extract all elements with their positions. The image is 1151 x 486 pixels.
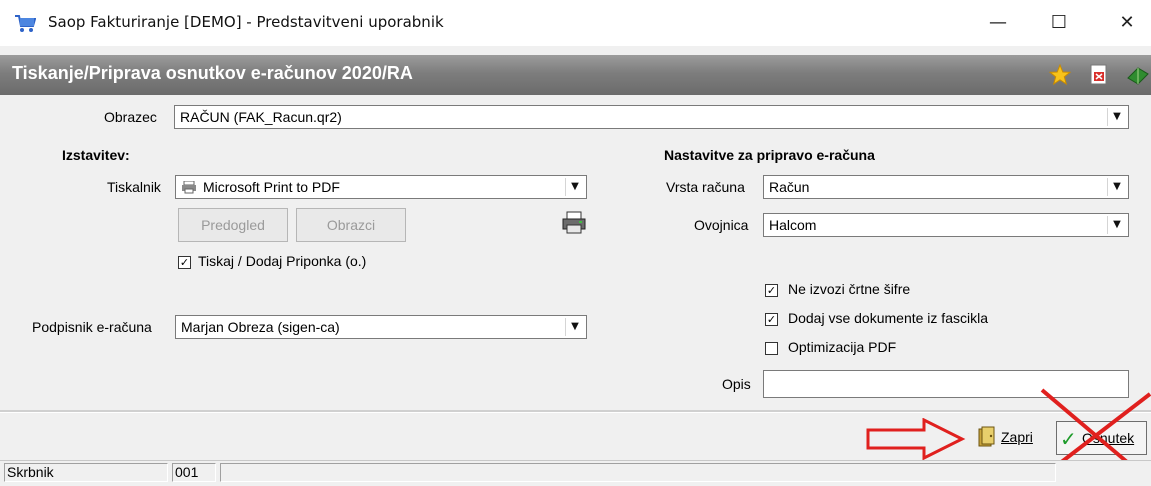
tiskalnik-label: Tiskalnik bbox=[107, 179, 161, 195]
tiskaj-label: Tiskaj / Dodaj Priponka (o.) bbox=[198, 253, 367, 269]
close-button[interactable]: ✕ bbox=[1104, 0, 1150, 46]
obrazec-select[interactable]: RAČUN (FAK_Racun.qr2) ▼ bbox=[174, 105, 1129, 129]
window-title: Saop Fakturiranje [DEMO] - Predstavitven… bbox=[48, 13, 444, 31]
divider bbox=[0, 410, 1151, 413]
tiskalnik-value: Microsoft Print to PDF bbox=[203, 179, 340, 195]
printer-icon bbox=[181, 180, 197, 198]
nastavitve-heading: Nastavitve za pripravo e-računa bbox=[664, 147, 875, 163]
tiskalnik-select[interactable]: Microsoft Print to PDF ▼ bbox=[175, 175, 587, 199]
vrsta-value: Račun bbox=[769, 179, 810, 195]
tiskaj-checkbox[interactable]: ✓ bbox=[178, 256, 191, 269]
vrsta-select[interactable]: Račun ▼ bbox=[763, 175, 1129, 199]
status-empty bbox=[220, 463, 1056, 482]
predogled-button[interactable]: Predogled bbox=[178, 208, 288, 242]
form-title: Tiskanje/Priprava osnutkov e-računov 202… bbox=[12, 63, 413, 83]
obrazec-label: Obrazec bbox=[104, 109, 157, 125]
obrazci-button[interactable]: Obrazci bbox=[296, 208, 406, 242]
optimizacija-label: Optimizacija PDF bbox=[788, 339, 897, 355]
window-titlebar: Saop Fakturiranje [DEMO] - Predstavitven… bbox=[0, 0, 1151, 46]
maximize-button[interactable]: ☐ bbox=[1036, 0, 1082, 46]
zapri-label: Zapri bbox=[1001, 429, 1033, 445]
document-icon[interactable] bbox=[1089, 64, 1109, 90]
opis-label: Opis bbox=[722, 376, 751, 392]
vrsta-label: Vrsta računa bbox=[666, 179, 745, 195]
red-arrow-annotation bbox=[866, 417, 966, 464]
status-code: 001 bbox=[172, 463, 216, 482]
favorite-star-icon[interactable] bbox=[1048, 63, 1072, 90]
chevron-down-icon[interactable]: ▼ bbox=[1107, 108, 1126, 126]
ovojnica-label: Ovojnica bbox=[694, 217, 749, 233]
form-panel: Obrazec RAČUN (FAK_Racun.qr2) ▼ Izstavit… bbox=[8, 96, 1151, 410]
podpisnik-value: Marjan Obreza (sigen-ca) bbox=[181, 319, 340, 335]
izstavitev-heading: Izstavitev: bbox=[62, 147, 130, 163]
chevron-down-icon[interactable]: ▼ bbox=[1107, 178, 1126, 196]
printer-settings-icon[interactable] bbox=[561, 210, 587, 240]
ovojnica-value: Halcom bbox=[769, 217, 817, 233]
obrazec-value: RAČUN (FAK_Racun.qr2) bbox=[180, 109, 342, 125]
podpisnik-label: Podpisnik e-računa bbox=[32, 319, 152, 335]
door-icon bbox=[976, 426, 998, 452]
ne-izvozi-checkbox[interactable]: ✓ bbox=[765, 284, 778, 297]
optimizacija-checkbox[interactable] bbox=[765, 342, 778, 355]
status-user: Skrbnik bbox=[4, 463, 168, 482]
chevron-down-icon[interactable]: ▼ bbox=[565, 318, 584, 336]
form-header: Tiskanje/Priprava osnutkov e-računov 202… bbox=[0, 55, 1151, 95]
minimize-button[interactable]: — bbox=[975, 0, 1021, 46]
app-icon bbox=[14, 13, 37, 33]
exit-book-icon[interactable] bbox=[1125, 62, 1151, 92]
chevron-down-icon[interactable]: ▼ bbox=[565, 178, 584, 196]
ovojnica-select[interactable]: Halcom ▼ bbox=[763, 213, 1129, 237]
status-bar: Skrbnik 001 bbox=[0, 460, 1151, 483]
dodaj-checkbox[interactable]: ✓ bbox=[765, 313, 778, 326]
ne-izvozi-label: Ne izvozi črtne šifre bbox=[788, 281, 911, 297]
chevron-down-icon[interactable]: ▼ bbox=[1107, 216, 1126, 234]
podpisnik-select[interactable]: Marjan Obreza (sigen-ca) ▼ bbox=[175, 315, 587, 339]
dodaj-label: Dodaj vse dokumente iz fascikla bbox=[788, 310, 988, 326]
